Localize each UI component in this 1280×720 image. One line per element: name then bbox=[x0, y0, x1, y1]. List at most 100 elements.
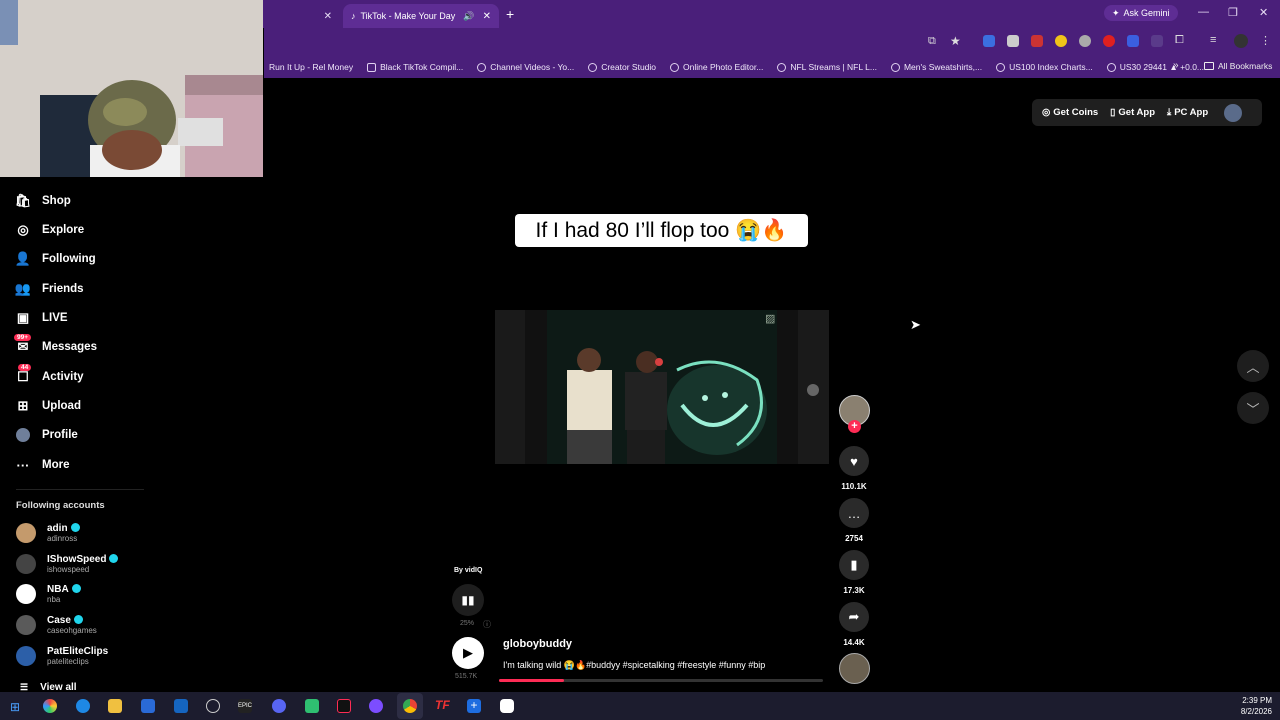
sidebar-item-more[interactable]: ··· More bbox=[16, 458, 70, 473]
following-account-item[interactable]: IShowSpeed ishowspeed bbox=[16, 554, 119, 574]
sound-disc-avatar[interactable] bbox=[839, 653, 870, 684]
sidebar-item-upload[interactable]: ⊞ Upload bbox=[16, 398, 81, 413]
sidebar-item-label: More bbox=[42, 459, 70, 471]
install-app-icon[interactable]: ⧉ bbox=[928, 35, 936, 48]
bookmark-item[interactable]: Channel Videos - Yo... bbox=[477, 62, 574, 72]
author-username[interactable]: globoybuddy bbox=[503, 638, 572, 650]
taskbar-clock[interactable]: 2:39 PM 8/2/2026 bbox=[1236, 695, 1272, 717]
extension-icon[interactable] bbox=[1031, 35, 1043, 47]
sidebar-item-label: LIVE bbox=[42, 312, 68, 324]
bookmark-label: Men's Sweatshirts,... bbox=[903, 62, 983, 72]
capcut-icon[interactable] bbox=[500, 699, 514, 713]
sidebar-item-following[interactable]: 👤 Following bbox=[15, 251, 96, 266]
user-avatar[interactable] bbox=[1224, 103, 1243, 122]
sidebar-item-explore[interactable]: ◎ Explore bbox=[16, 222, 84, 237]
minimize-icon[interactable]: — bbox=[1198, 6, 1209, 18]
get-coins-button[interactable]: ◎ Get Coins bbox=[1042, 107, 1098, 118]
windows-start-icon[interactable]: ⊞ bbox=[10, 700, 20, 714]
app-tf-icon[interactable]: TF bbox=[435, 698, 450, 712]
pc-app-button[interactable]: ⤓ PC App bbox=[1167, 107, 1208, 118]
next-video-button[interactable]: ﹀ bbox=[1237, 392, 1269, 424]
sidebar-item-activity[interactable]: ☐ 44 Activity bbox=[16, 364, 84, 384]
sidebar-item-friends[interactable]: 👥 Friends bbox=[15, 281, 84, 296]
store-icon[interactable] bbox=[141, 699, 155, 713]
copilot-icon[interactable] bbox=[43, 699, 57, 713]
following-account-item[interactable]: Case caseohgames bbox=[16, 615, 97, 635]
extension-icon[interactable] bbox=[1127, 35, 1139, 47]
get-app-button[interactable]: ▯ Get App bbox=[1110, 107, 1155, 118]
profile-avatar[interactable] bbox=[1234, 34, 1248, 48]
app-plus-icon[interactable]: + bbox=[467, 699, 481, 713]
browser-menu-icon[interactable]: ⋮ bbox=[1260, 34, 1271, 47]
bookmark-label: Black TikTok Compil... bbox=[380, 62, 464, 72]
sidebar-item-label: Shop bbox=[42, 195, 71, 207]
save-button[interactable]: ▮ bbox=[839, 550, 869, 580]
extension-icon[interactable] bbox=[1151, 35, 1163, 47]
get-coins-label: Get Coins bbox=[1053, 107, 1099, 118]
following-account-item[interactable]: PatEliteClips pateliteclips bbox=[16, 646, 108, 666]
bookmark-item[interactable]: Black TikTok Compil... bbox=[367, 62, 463, 72]
like-button[interactable]: ♥ bbox=[839, 446, 869, 476]
browser-tab-tiktok[interactable]: ♪ TikTok - Make Your Day 🔊 ✕ bbox=[343, 4, 499, 28]
play-button[interactable]: ▶ bbox=[452, 637, 484, 669]
bookmark-item[interactable]: Creator Studio bbox=[588, 62, 656, 72]
close-window-icon[interactable]: ✕ bbox=[1259, 6, 1268, 19]
app-icon[interactable] bbox=[369, 699, 383, 713]
epic-games-icon[interactable]: EPIC bbox=[238, 699, 252, 713]
restore-icon[interactable]: ❐ bbox=[1228, 6, 1238, 19]
extension-icon[interactable] bbox=[1079, 35, 1091, 47]
browser-tab-previous[interactable]: ✕ bbox=[264, 4, 340, 28]
extension-icon[interactable] bbox=[983, 35, 995, 47]
account-handle: nba bbox=[47, 595, 61, 604]
extension-icon[interactable] bbox=[1055, 35, 1067, 47]
tiktok-icon[interactable] bbox=[337, 699, 351, 713]
follow-plus-icon[interactable]: + bbox=[848, 420, 861, 433]
steam-icon[interactable] bbox=[206, 699, 220, 713]
new-tab-button[interactable]: + bbox=[506, 6, 514, 22]
bookmark-item[interactable]: Men's Sweatshirts,... bbox=[890, 62, 983, 72]
tiktok-favicon-icon: ♪ bbox=[351, 11, 356, 21]
app-icon[interactable] bbox=[305, 699, 319, 713]
tab-audio-icon[interactable]: 🔊 bbox=[463, 11, 474, 22]
discord-icon[interactable] bbox=[272, 699, 286, 713]
sidebar-item-label: Friends bbox=[42, 283, 84, 295]
messages-icon: ✉ 99+ bbox=[14, 334, 32, 354]
sidebar-item-live[interactable]: ▣ LIVE bbox=[16, 310, 68, 325]
windows-taskbar bbox=[0, 692, 1280, 720]
sidebar-item-profile[interactable]: Profile bbox=[16, 428, 78, 442]
bookmark-item[interactable]: Online Photo Editor... bbox=[670, 62, 763, 72]
outlook-icon[interactable] bbox=[174, 699, 188, 713]
following-account-item[interactable]: NBA nba bbox=[16, 584, 81, 604]
following-account-item[interactable]: adin adinross bbox=[16, 523, 80, 543]
ask-gemini-button[interactable]: ✦ Ask Gemini bbox=[1104, 5, 1178, 21]
upload-icon: ⊞ bbox=[17, 398, 29, 413]
bookmark-item[interactable]: NFL Streams | NFL L... bbox=[777, 62, 877, 72]
comment-button[interactable]: … bbox=[839, 498, 869, 528]
folder-icon bbox=[1204, 62, 1214, 70]
bookmark-item[interactable]: Run It Up - Rel Money bbox=[269, 62, 353, 72]
bookmarks-overflow-button[interactable]: » bbox=[1173, 60, 1179, 71]
chrome-icon[interactable] bbox=[403, 699, 417, 713]
share-button[interactable]: ➦ bbox=[839, 602, 869, 632]
media-control-icon[interactable]: ≡ bbox=[1210, 34, 1216, 46]
clock-date: 8/2/2026 bbox=[1240, 707, 1272, 716]
bookmark-item[interactable]: US30 29441 ▲ +0.0... bbox=[1106, 62, 1204, 72]
sidebar-item-shop[interactable]: 🛍 Shop bbox=[15, 193, 71, 208]
close-tab-icon[interactable]: ✕ bbox=[483, 11, 491, 22]
extension-icon[interactable] bbox=[1103, 35, 1115, 47]
bookmark-item[interactable]: US100 Index Charts... bbox=[996, 62, 1093, 72]
bookmark-star-icon[interactable]: ★ bbox=[950, 34, 961, 48]
previous-video-button[interactable]: ︿ bbox=[1237, 350, 1269, 382]
puzzle-icon[interactable]: ⧠ bbox=[1175, 34, 1184, 47]
info-icon[interactable]: ⓘ bbox=[483, 619, 491, 630]
edge-icon[interactable] bbox=[76, 699, 90, 713]
file-explorer-icon[interactable] bbox=[108, 699, 122, 713]
bookmark-label: Creator Studio bbox=[601, 62, 657, 72]
extension-icon[interactable] bbox=[1007, 35, 1019, 47]
vidiq-stats-button[interactable]: ▮▮ bbox=[452, 584, 484, 616]
video-progress-track[interactable] bbox=[499, 679, 823, 682]
video-caption-overlay: If I had 80 I’ll flop too 😭🔥 bbox=[515, 214, 808, 247]
all-bookmarks-button[interactable]: All Bookmarks bbox=[1204, 61, 1272, 71]
sidebar-item-messages[interactable]: ✉ 99+ Messages bbox=[14, 334, 97, 354]
close-tab-icon[interactable]: ✕ bbox=[324, 11, 332, 22]
